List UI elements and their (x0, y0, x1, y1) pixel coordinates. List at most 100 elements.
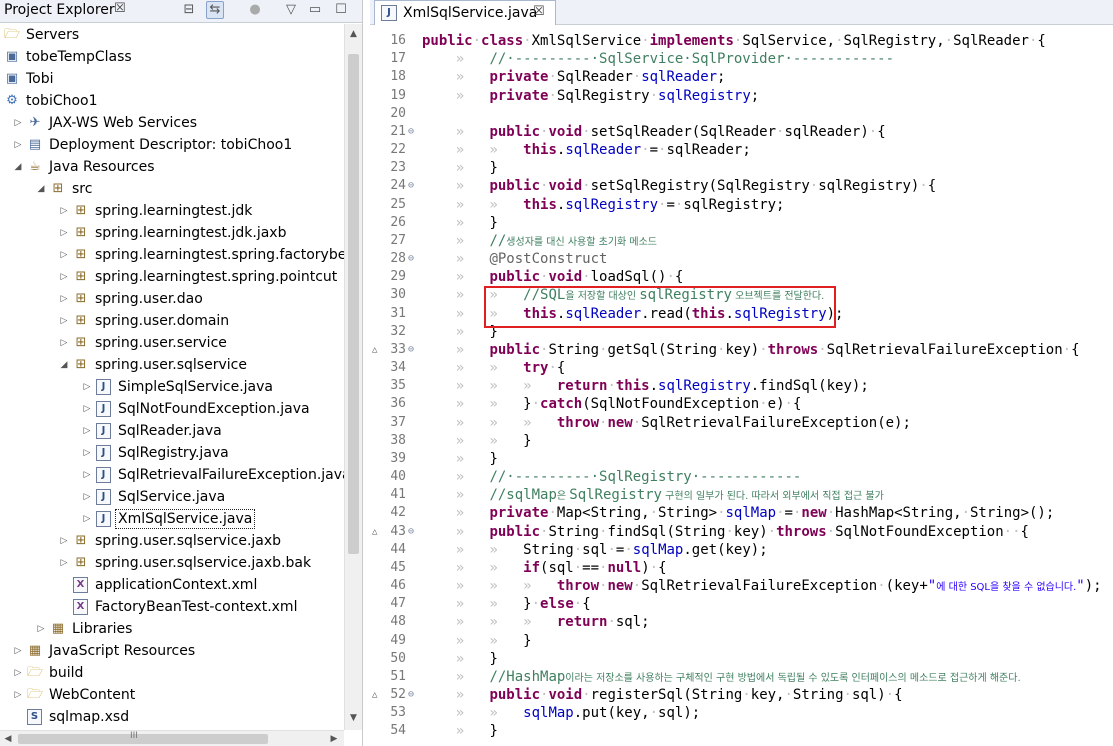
collapse-all-icon[interactable]: ⊟ (180, 1, 198, 19)
collapsed-arrow-icon[interactable]: ▷ (59, 558, 69, 568)
collapsed-arrow-icon[interactable]: ▷ (36, 624, 46, 634)
fold-toggle-icon[interactable]: ⊖ (408, 341, 414, 359)
code-line[interactable]: 18 » private·SqlReader·sqlReader; (370, 68, 1113, 86)
expanded-arrow-icon[interactable]: ◢ (59, 360, 69, 370)
tree-item[interactable]: ▷ J SqlRetrievalFailureException.java (0, 464, 344, 486)
collapsed-arrow-icon[interactable]: ▷ (82, 448, 92, 458)
tree-item[interactable]: ▷ ⊞ spring.user.domain (0, 310, 344, 332)
collapsed-arrow-icon[interactable]: ▷ (13, 646, 23, 656)
tree-horizontal-scroll-thumb[interactable]: III (18, 731, 268, 744)
tree-item[interactable]: ▷ J SqlRegistry.java (0, 442, 344, 464)
fold-toggle-icon[interactable]: ⊖ (408, 177, 414, 195)
code-line[interactable]: △ 43 ⊖ » public·String·findSql(String·key)… (370, 523, 1113, 541)
focus-icon[interactable]: ● (246, 1, 264, 19)
tree-item[interactable]: 🗁 Servers (0, 24, 344, 46)
tree-item[interactable]: ▷ ▤ Deployment Descriptor: tobiChoo1 (0, 134, 344, 156)
code-line[interactable]: 28 ⊖ » @PostConstruct (370, 250, 1113, 268)
fold-toggle-icon[interactable]: ⊖ (408, 250, 414, 268)
fold-toggle-icon[interactable]: ⊖ (408, 686, 414, 704)
code-line[interactable]: 51 » //HashMap이라는 저장소를 사용하는 구체적인 구현 방법에서… (370, 668, 1113, 686)
tree-vertical-scrollbar[interactable]: ▲ ▼ (344, 24, 362, 730)
collapsed-arrow-icon[interactable]: ▷ (82, 514, 92, 524)
code-line[interactable]: 46 » » » throw·new·SqlRetrievalFailureEx… (370, 577, 1113, 595)
collapsed-arrow-icon[interactable]: ▷ (59, 250, 69, 260)
maximize-icon[interactable]: ☐ (332, 1, 350, 19)
code-line[interactable]: 29 » public·void·loadSql()·{ (370, 268, 1113, 286)
tree-item[interactable]: ▣ Tobi (0, 68, 344, 90)
code-line[interactable]: 31 » » this.sqlReader.read(this.sqlRegis… (370, 305, 1113, 323)
tree-item[interactable]: ◢ ⊞ spring.user.sqlservice (0, 354, 344, 376)
minimize-icon[interactable]: ▭ (306, 1, 324, 19)
tree-item[interactable]: XapplicationContext.xml (0, 574, 344, 596)
tree-item[interactable]: ▷ J SqlReader.java (0, 420, 344, 442)
code-line[interactable]: 41 » //sqlMap은 SqlRegistry 구현의 일부가 된다. 따… (370, 486, 1113, 504)
code-line[interactable]: 49 » » } (370, 632, 1113, 650)
code-line[interactable]: 26 » } (370, 214, 1113, 232)
close-icon[interactable]: ☒ (114, 1, 126, 16)
tree-item[interactable]: ▷ ⊞ spring.learningtest.jdk (0, 200, 344, 222)
code-line[interactable]: 24 ⊖ » public·void·setSqlRegistry(SqlRegi… (370, 177, 1113, 195)
scroll-up-icon[interactable]: ▲ (345, 26, 362, 42)
tree-item[interactable]: ▷ ✈ JAX-WS Web Services (0, 112, 344, 134)
collapsed-arrow-icon[interactable]: ▷ (59, 536, 69, 546)
code-line[interactable]: 35 » » » return·this.sqlRegistry.findSql… (370, 377, 1113, 395)
tree-item[interactable]: ◢ ☕ Java Resources (0, 156, 344, 178)
tree-item[interactable]: ▣ tobeTempClass (0, 46, 344, 68)
tree-item[interactable]: ▷ 🗁 build (0, 662, 344, 684)
collapsed-arrow-icon[interactable]: ▷ (59, 316, 69, 326)
code-line[interactable]: 39 » } (370, 450, 1113, 468)
collapsed-arrow-icon[interactable]: ▷ (82, 470, 92, 480)
code-line[interactable]: 21 ⊖ » public·void·setSqlReader(SqlReader… (370, 123, 1113, 141)
collapsed-arrow-icon[interactable]: ▷ (59, 294, 69, 304)
link-with-editor-icon[interactable]: ⇆ (206, 1, 224, 19)
code-line[interactable]: 20 (370, 105, 1113, 123)
code-line[interactable]: △ 52 ⊖ » public·void·registerSql(String·ke… (370, 686, 1113, 704)
tree-item[interactable]: ▷ ⊞ spring.user.sqlservice.jaxb (0, 530, 344, 552)
code-line[interactable]: 32 » } (370, 323, 1113, 341)
project-explorer-title[interactable]: Project Explorer (4, 1, 115, 19)
tree-item[interactable]: ▷ ▦ Libraries (0, 618, 344, 640)
collapsed-arrow-icon[interactable]: ▷ (13, 118, 23, 128)
collapsed-arrow-icon[interactable]: ▷ (82, 382, 92, 392)
fold-toggle-icon[interactable]: ⊖ (408, 123, 414, 141)
code-line[interactable]: 45 » » if(sql·==·null)·{ (370, 559, 1113, 577)
tree-item[interactable]: ▷ ▦ JavaScript Resources (0, 640, 344, 662)
tree-vertical-scroll-thumb[interactable] (348, 54, 359, 554)
code-line[interactable]: 38 » » } (370, 432, 1113, 450)
code-line[interactable]: 27 » //생성자를 대신 사용할 초기화 메소드 (370, 232, 1113, 250)
tree-item[interactable]: ▷ 🗁 WebContent (0, 684, 344, 706)
code-line[interactable]: 17 » //·---------·SqlService·SqlProvider… (370, 50, 1113, 68)
collapsed-arrow-icon[interactable]: ▷ (82, 404, 92, 414)
collapsed-arrow-icon[interactable]: ▷ (13, 140, 23, 150)
tree-item[interactable]: ▷ ⊞ spring.user.sqlservice.jaxb.bak (0, 552, 344, 574)
expanded-arrow-icon[interactable]: ◢ (36, 184, 46, 194)
code-line[interactable]: 47 » » }·else·{ (370, 595, 1113, 613)
code-line[interactable]: △ 33 ⊖ » public·String·getSql(String·key)·… (370, 341, 1113, 359)
code-line[interactable]: 23 » } (370, 159, 1113, 177)
code-line[interactable]: 22 » » this.sqlReader·=·sqlReader; (370, 141, 1113, 159)
code-area[interactable]: 16 public·class·XmlSqlService·implements·… (370, 32, 1113, 746)
tree-item[interactable]: ◢ ⊞ src (0, 178, 344, 200)
tab-xmlsqlservice[interactable]: J XmlSqlService.java ☒ (374, 0, 556, 25)
code-line[interactable]: 53 » » sqlMap.put(key,·sql); (370, 704, 1113, 722)
collapsed-arrow-icon[interactable]: ▷ (82, 492, 92, 502)
collapsed-arrow-icon[interactable]: ▷ (59, 338, 69, 348)
tree-horizontal-scrollbar[interactable]: ◀ III ▶ (0, 730, 344, 746)
fold-toggle-icon[interactable]: ⊖ (408, 523, 414, 541)
tree-item[interactable]: ▷ J SqlService.java (0, 486, 344, 508)
tree-item[interactable]: X FactoryBeanTest-context.xml (0, 596, 344, 618)
code-line[interactable]: 40 » //·---------·SqlRegistry·----------… (370, 468, 1113, 486)
code-line[interactable]: 30 » » //SQL을 저장할 대상인 sqlRegistry 오브젝트를 … (370, 286, 1113, 304)
code-line[interactable]: 50 » } (370, 650, 1113, 668)
tree-item[interactable]: ▷ J SimpleSqlService.java (0, 376, 344, 398)
scroll-right-icon[interactable]: ▶ (326, 731, 342, 746)
code-line[interactable]: 37 » » » throw·new·SqlRetrievalFailureEx… (370, 414, 1113, 432)
scroll-left-icon[interactable]: ◀ (0, 731, 16, 746)
code-line[interactable]: 34 » » try·{ (370, 359, 1113, 377)
collapsed-arrow-icon[interactable]: ▷ (13, 690, 23, 700)
tree-item[interactable]: ⚙ tobiChoo1 (0, 90, 344, 112)
tree-item[interactable]: ▷ J XmlSqlService.java (0, 508, 344, 530)
code-line[interactable]: 25 » » this.sqlRegistry·=·sqlRegistry; (370, 196, 1113, 214)
code-line[interactable]: 19 » private·SqlRegistry·sqlRegistry; (370, 87, 1113, 105)
tree-item[interactable]: ▷ J SqlNotFoundException.java (0, 398, 344, 420)
